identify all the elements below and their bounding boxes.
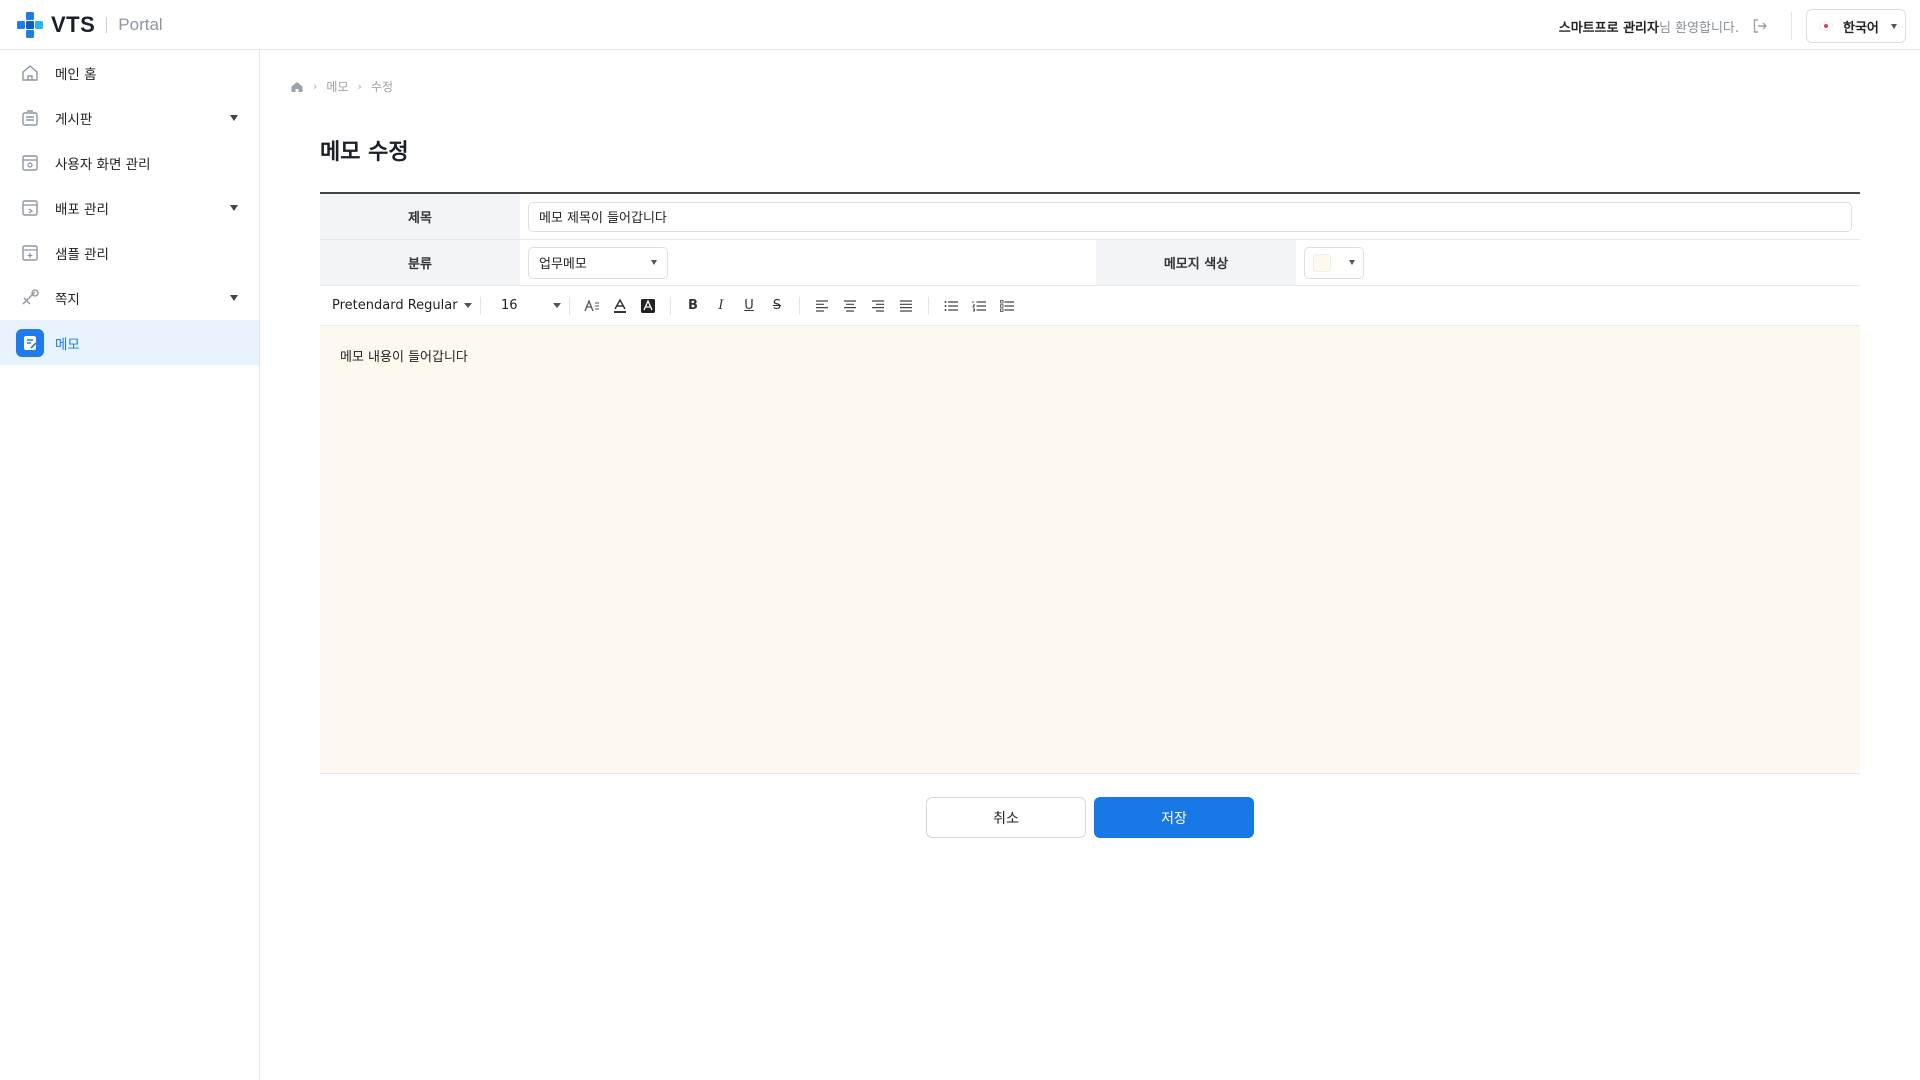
sidebar-item-label: 메인 홈	[55, 66, 97, 83]
welcome-message: 스마트프로 관리자님 환영합니다.	[1559, 17, 1739, 36]
underline-icon[interactable]: U	[735, 292, 763, 320]
strikethrough-icon[interactable]: S	[763, 292, 791, 320]
home-icon[interactable]	[290, 80, 304, 94]
toolbar-divider	[569, 296, 570, 315]
note-icon	[20, 288, 40, 308]
logo-divider	[106, 16, 108, 33]
logo-subtitle: Portal	[118, 14, 163, 34]
language-label: 한국어	[1843, 20, 1879, 36]
welcome-suffix: 님 환영합니다.	[1658, 20, 1739, 36]
main-content: › 메모 › 수정 메모 수정 제목 메모 제목이 들어갑니다 분류 업무메모 …	[260, 50, 1920, 1080]
expand-caret-icon	[230, 295, 238, 301]
breadcrumb: › 메모 › 수정	[290, 78, 393, 95]
font-size-select[interactable]: 16	[501, 298, 561, 313]
align-left-icon[interactable]	[808, 292, 836, 320]
font-family-value: Pretendard Regular	[332, 298, 458, 313]
color-label: 메모지 색상	[1096, 240, 1296, 285]
memo-content-editor[interactable]: 메모 내용이 들어갑니다	[320, 326, 1860, 774]
chevron-down-icon	[651, 260, 657, 265]
font-color-icon[interactable]	[606, 292, 634, 320]
cancel-button[interactable]: 취소	[926, 797, 1086, 838]
chevron-down-icon	[1891, 23, 1897, 29]
logo-text: VTS	[51, 11, 96, 37]
expand-caret-icon	[230, 115, 238, 121]
numbered-list-icon[interactable]	[965, 292, 993, 320]
bullet-list-icon[interactable]	[937, 292, 965, 320]
sidebar-item-label: 쪽지	[55, 291, 80, 308]
toolbar-divider	[480, 296, 481, 315]
align-center-icon[interactable]	[836, 292, 864, 320]
chevron-down-icon	[464, 303, 472, 308]
sidebar: 메인 홈 게시판 사용자 화면 관리 배포 관리 샘플 관리 쪽지 메모	[0, 50, 260, 1080]
logout-icon[interactable]	[1751, 17, 1769, 35]
chevron-down-icon	[553, 303, 561, 308]
logo[interactable]: VTS Portal	[15, 10, 163, 40]
user-name: 스마트프로 관리자	[1558, 20, 1659, 36]
sidebar-item-label: 사용자 화면 관리	[55, 156, 151, 173]
deploy-icon	[20, 198, 40, 218]
home-icon	[20, 63, 40, 83]
font-size-value: 16	[501, 298, 518, 313]
save-button[interactable]: 저장	[1094, 797, 1254, 838]
category-select[interactable]: 업무메모	[528, 246, 668, 279]
breadcrumb-item-edit: 수정	[370, 80, 393, 94]
highlight-color-icon[interactable]	[634, 292, 662, 320]
sidebar-item-note[interactable]: 쪽지	[0, 275, 259, 320]
sidebar-item-label: 게시판	[55, 111, 93, 128]
toolbar-divider	[670, 296, 671, 315]
align-justify-icon[interactable]	[892, 292, 920, 320]
chevron-down-icon	[1349, 260, 1355, 265]
header-divider	[1791, 12, 1792, 40]
bold-icon[interactable]: B	[679, 292, 707, 320]
sidebar-item-label: 배포 관리	[55, 201, 109, 218]
text-style-icon[interactable]	[578, 292, 606, 320]
title-row: 제목 메모 제목이 들어갑니다	[320, 194, 1860, 240]
korea-flag-icon	[1819, 21, 1833, 31]
memo-color-select[interactable]	[1304, 246, 1364, 279]
vts-logo-icon	[17, 11, 43, 38]
page-title: 메모 수정	[320, 140, 409, 165]
screen-manage-icon	[20, 153, 40, 173]
sidebar-item-label: 메모	[55, 336, 80, 353]
breadcrumb-separator: ›	[313, 80, 318, 93]
italic-icon[interactable]: I	[707, 292, 735, 320]
color-swatch	[1313, 253, 1331, 272]
align-right-icon[interactable]	[864, 292, 892, 320]
sidebar-item-memo[interactable]: 메모	[0, 320, 259, 365]
sample-icon	[20, 243, 40, 263]
sidebar-item-board[interactable]: 게시판	[0, 95, 259, 140]
language-select[interactable]: 한국어	[1806, 9, 1906, 43]
sidebar-item-screen-manage[interactable]: 사용자 화면 관리	[0, 140, 259, 185]
sidebar-item-deploy[interactable]: 배포 관리	[0, 185, 259, 230]
toolbar-divider	[928, 296, 929, 315]
category-label: 분류	[320, 240, 520, 285]
breadcrumb-separator: ›	[357, 80, 362, 93]
sidebar-item-sample[interactable]: 샘플 관리	[0, 230, 259, 275]
memo-form: 제목 메모 제목이 들어갑니다 분류 업무메모 메모지 색상 Pretendar…	[320, 192, 1860, 774]
top-header: VTS Portal 스마트프로 관리자님 환영합니다. 한국어	[0, 0, 1920, 50]
form-actions: 취소 저장	[926, 797, 1254, 838]
breadcrumb-item-memo[interactable]: 메모	[326, 78, 348, 95]
category-value: 업무메모	[539, 257, 587, 272]
editor-toolbar: Pretendard Regular 16 B I U S	[320, 286, 1860, 326]
font-family-select[interactable]: Pretendard Regular	[332, 298, 472, 313]
title-label: 제목	[320, 194, 520, 239]
category-row: 분류 업무메모 메모지 색상	[320, 240, 1860, 286]
sidebar-item-label: 샘플 관리	[55, 246, 109, 263]
board-icon	[20, 108, 40, 128]
toolbar-divider	[799, 296, 800, 315]
title-input[interactable]: 메모 제목이 들어갑니다	[528, 201, 1852, 232]
memo-icon	[16, 328, 44, 357]
expand-caret-icon	[230, 205, 238, 211]
sidebar-item-main-home[interactable]: 메인 홈	[0, 50, 259, 95]
checklist-icon[interactable]	[993, 292, 1021, 320]
